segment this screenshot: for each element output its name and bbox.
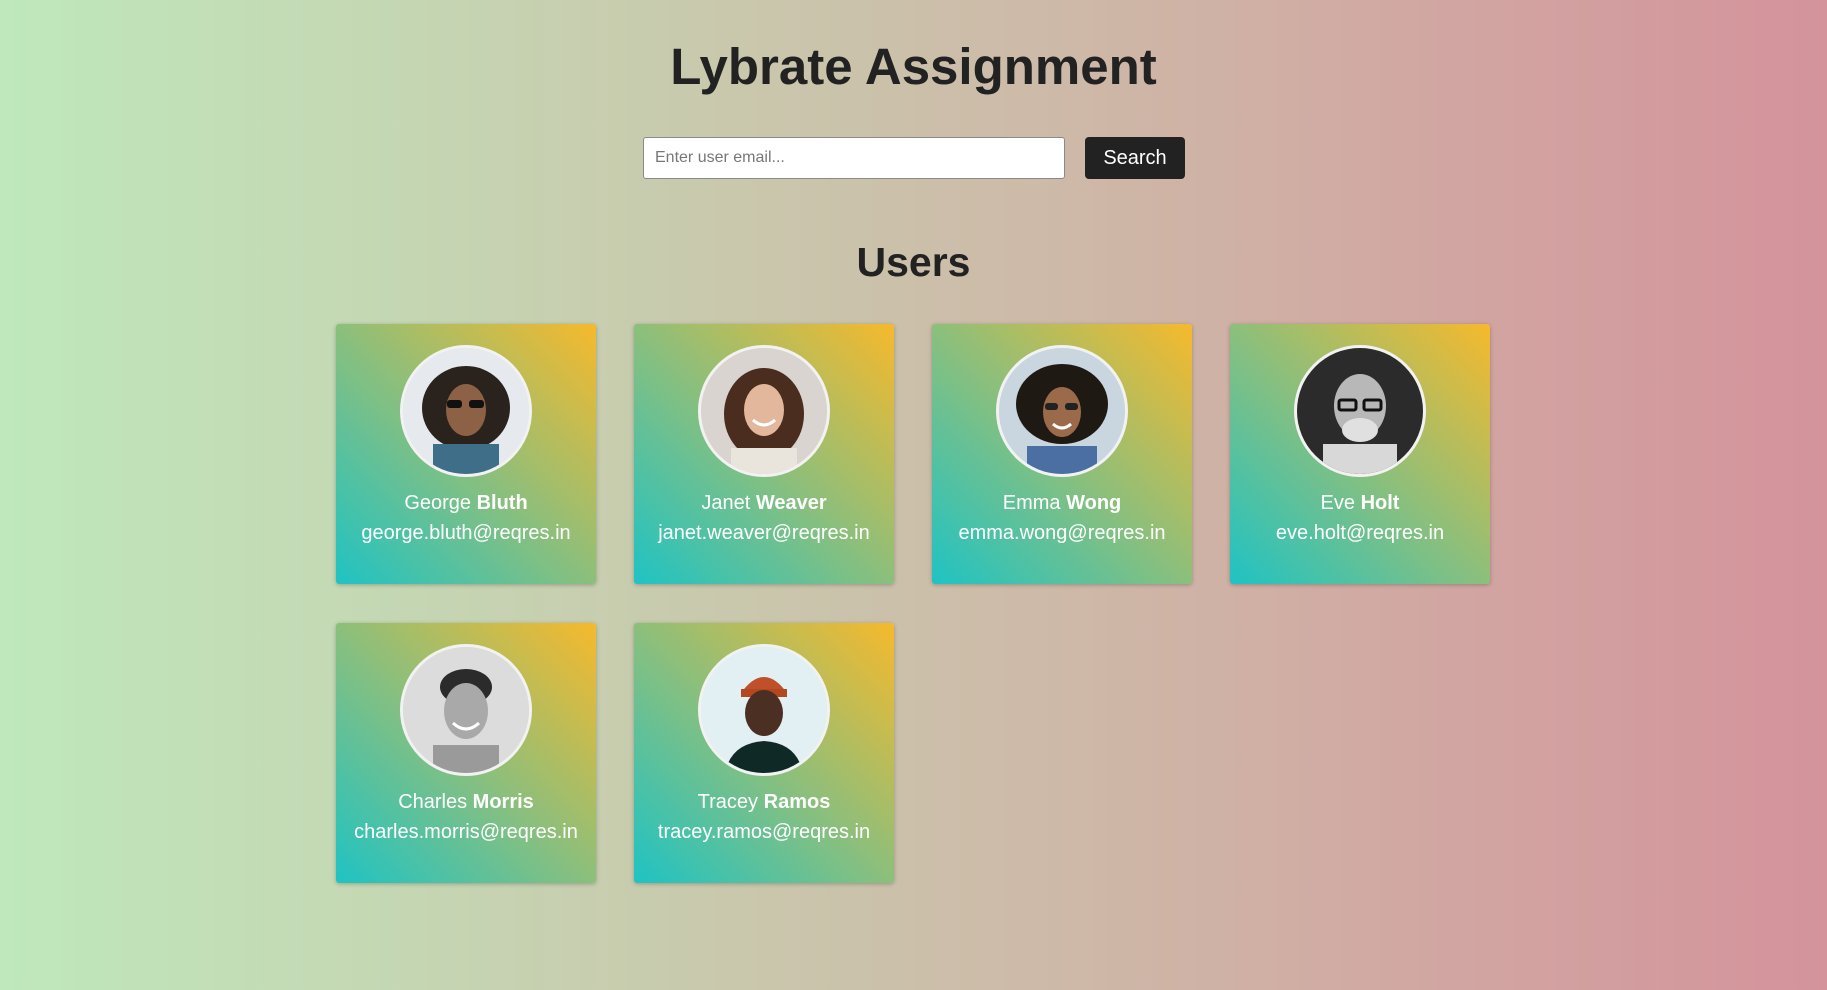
avatar xyxy=(698,345,830,477)
user-email: emma.wong@reqres.in xyxy=(958,522,1166,544)
user-last-name: Holt xyxy=(1360,492,1400,514)
user-first-name: George xyxy=(404,492,472,514)
user-email: george.bluth@reqres.in xyxy=(361,522,571,544)
users-grid: George Bluth george.bluth@reqres.in Jane… xyxy=(336,324,1500,883)
user-email: tracey.ramos@reqres.in xyxy=(657,821,871,843)
user-last-name: Weaver xyxy=(755,492,827,514)
search-button[interactable]: Search xyxy=(1085,137,1185,179)
user-name: Eve Holt xyxy=(1321,490,1400,516)
avatar xyxy=(698,644,830,776)
search-bar: Search xyxy=(643,137,1185,179)
user-card[interactable]: Tracey Ramos tracey.ramos@reqres.in xyxy=(634,623,894,883)
user-card[interactable]: Janet Weaver janet.weaver@reqres.in xyxy=(634,324,894,584)
avatar xyxy=(400,644,532,776)
user-first-name: Charles xyxy=(398,791,468,813)
user-name: Emma Wong xyxy=(1003,490,1122,516)
avatar xyxy=(400,345,532,477)
user-name: George Bluth xyxy=(404,490,527,516)
user-card[interactable]: Charles Morris charles.morris@reqres.in xyxy=(336,623,596,883)
user-first-name: Tracey xyxy=(697,791,759,813)
user-card[interactable]: Eve Holt eve.holt@reqres.in xyxy=(1230,324,1490,584)
user-last-name: Morris xyxy=(472,791,534,813)
user-last-name: Wong xyxy=(1066,492,1122,514)
user-name: Tracey Ramos xyxy=(698,789,831,815)
user-first-name: Janet xyxy=(701,492,751,514)
user-name: Charles Morris xyxy=(398,789,534,815)
user-last-name: Ramos xyxy=(763,791,831,813)
avatar xyxy=(1294,345,1426,477)
search-input[interactable] xyxy=(643,137,1065,179)
users-section-title: Users xyxy=(856,239,971,285)
user-first-name: Eve xyxy=(1320,492,1355,514)
user-email: charles.morris@reqres.in xyxy=(354,821,578,843)
user-first-name: Emma xyxy=(1002,492,1061,514)
avatar xyxy=(996,345,1128,477)
user-last-name: Bluth xyxy=(476,492,528,514)
page-title: Lybrate Assignment xyxy=(670,38,1157,95)
user-email: eve.holt@reqres.in xyxy=(1275,522,1445,544)
user-name: Janet Weaver xyxy=(701,490,826,516)
user-card[interactable]: Emma Wong emma.wong@reqres.in xyxy=(932,324,1192,584)
user-card[interactable]: George Bluth george.bluth@reqres.in xyxy=(336,324,596,584)
user-email: janet.weaver@reqres.in xyxy=(658,522,870,544)
